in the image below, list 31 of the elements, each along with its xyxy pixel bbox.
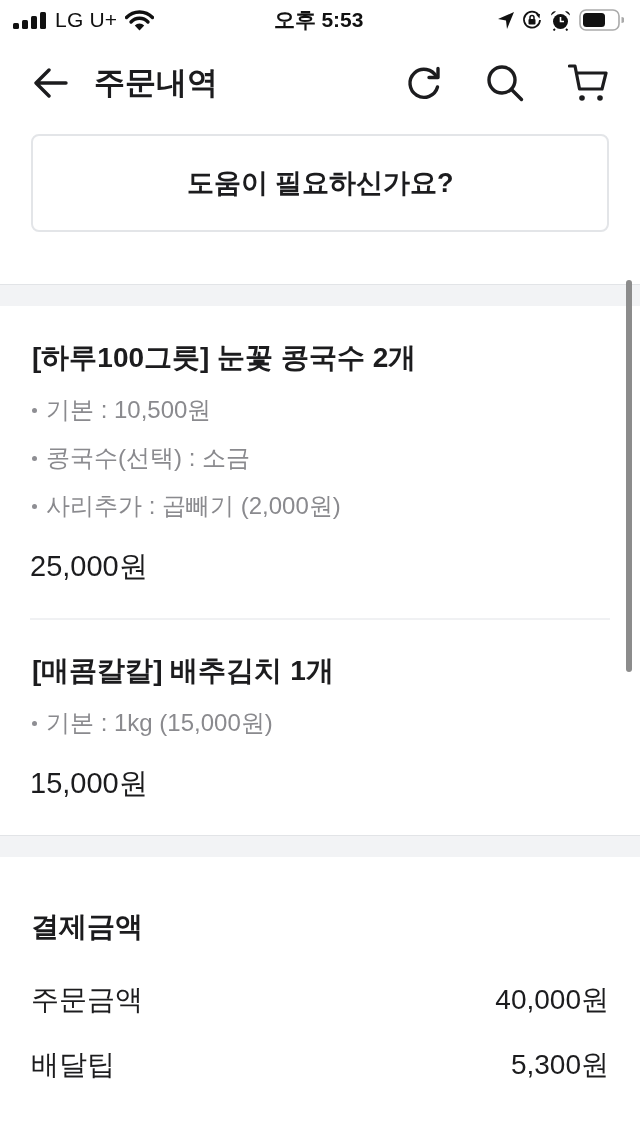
refresh-icon[interactable]: [406, 65, 442, 101]
bullet-icon: [32, 407, 37, 413]
back-arrow-icon[interactable]: [34, 68, 68, 98]
item-option: 기본 : 1kg (15,000원): [46, 707, 273, 739]
alarm-clock-icon: [550, 9, 571, 31]
item-title: [하루100그릇] 눈꽃 콩국수 2개: [31, 341, 417, 375]
item-title: [매콤칼칼] 배추김치 1개: [31, 654, 334, 688]
location-arrow-icon: [498, 11, 514, 29]
bullet-icon: [32, 455, 37, 461]
battery-icon: [579, 9, 624, 31]
summary-label: 주문금액: [31, 983, 143, 1017]
rotation-lock-icon: [522, 10, 542, 30]
item-option: 기본 : 10,500원: [46, 394, 212, 426]
section-title: 결제금액: [31, 910, 143, 944]
item-price: 15,000원: [30, 766, 148, 801]
page-title: 주문내역: [94, 64, 218, 102]
help-button[interactable]: 도움이 필요하신가요?: [31, 134, 609, 232]
carrier-name: LG U+: [55, 8, 118, 32]
summary-label: 배달팁: [31, 1048, 115, 1082]
wifi-icon: [125, 9, 155, 31]
summary-value: 5,300원: [510, 1048, 609, 1082]
bullet-icon: [32, 720, 37, 726]
item-option: 콩국수(선택) : 소금: [46, 442, 250, 474]
item-option: 사리추가 : 곱빼기 (2,000원): [46, 490, 341, 522]
bullet-icon: [32, 503, 37, 509]
item-price: 25,000원: [30, 549, 148, 584]
summary-value: 40,000원: [495, 983, 609, 1017]
status-time: 오후 5:53: [273, 8, 364, 31]
search-icon[interactable]: [486, 64, 524, 102]
cart-icon[interactable]: [568, 64, 608, 102]
signal-icon: [13, 11, 47, 29]
